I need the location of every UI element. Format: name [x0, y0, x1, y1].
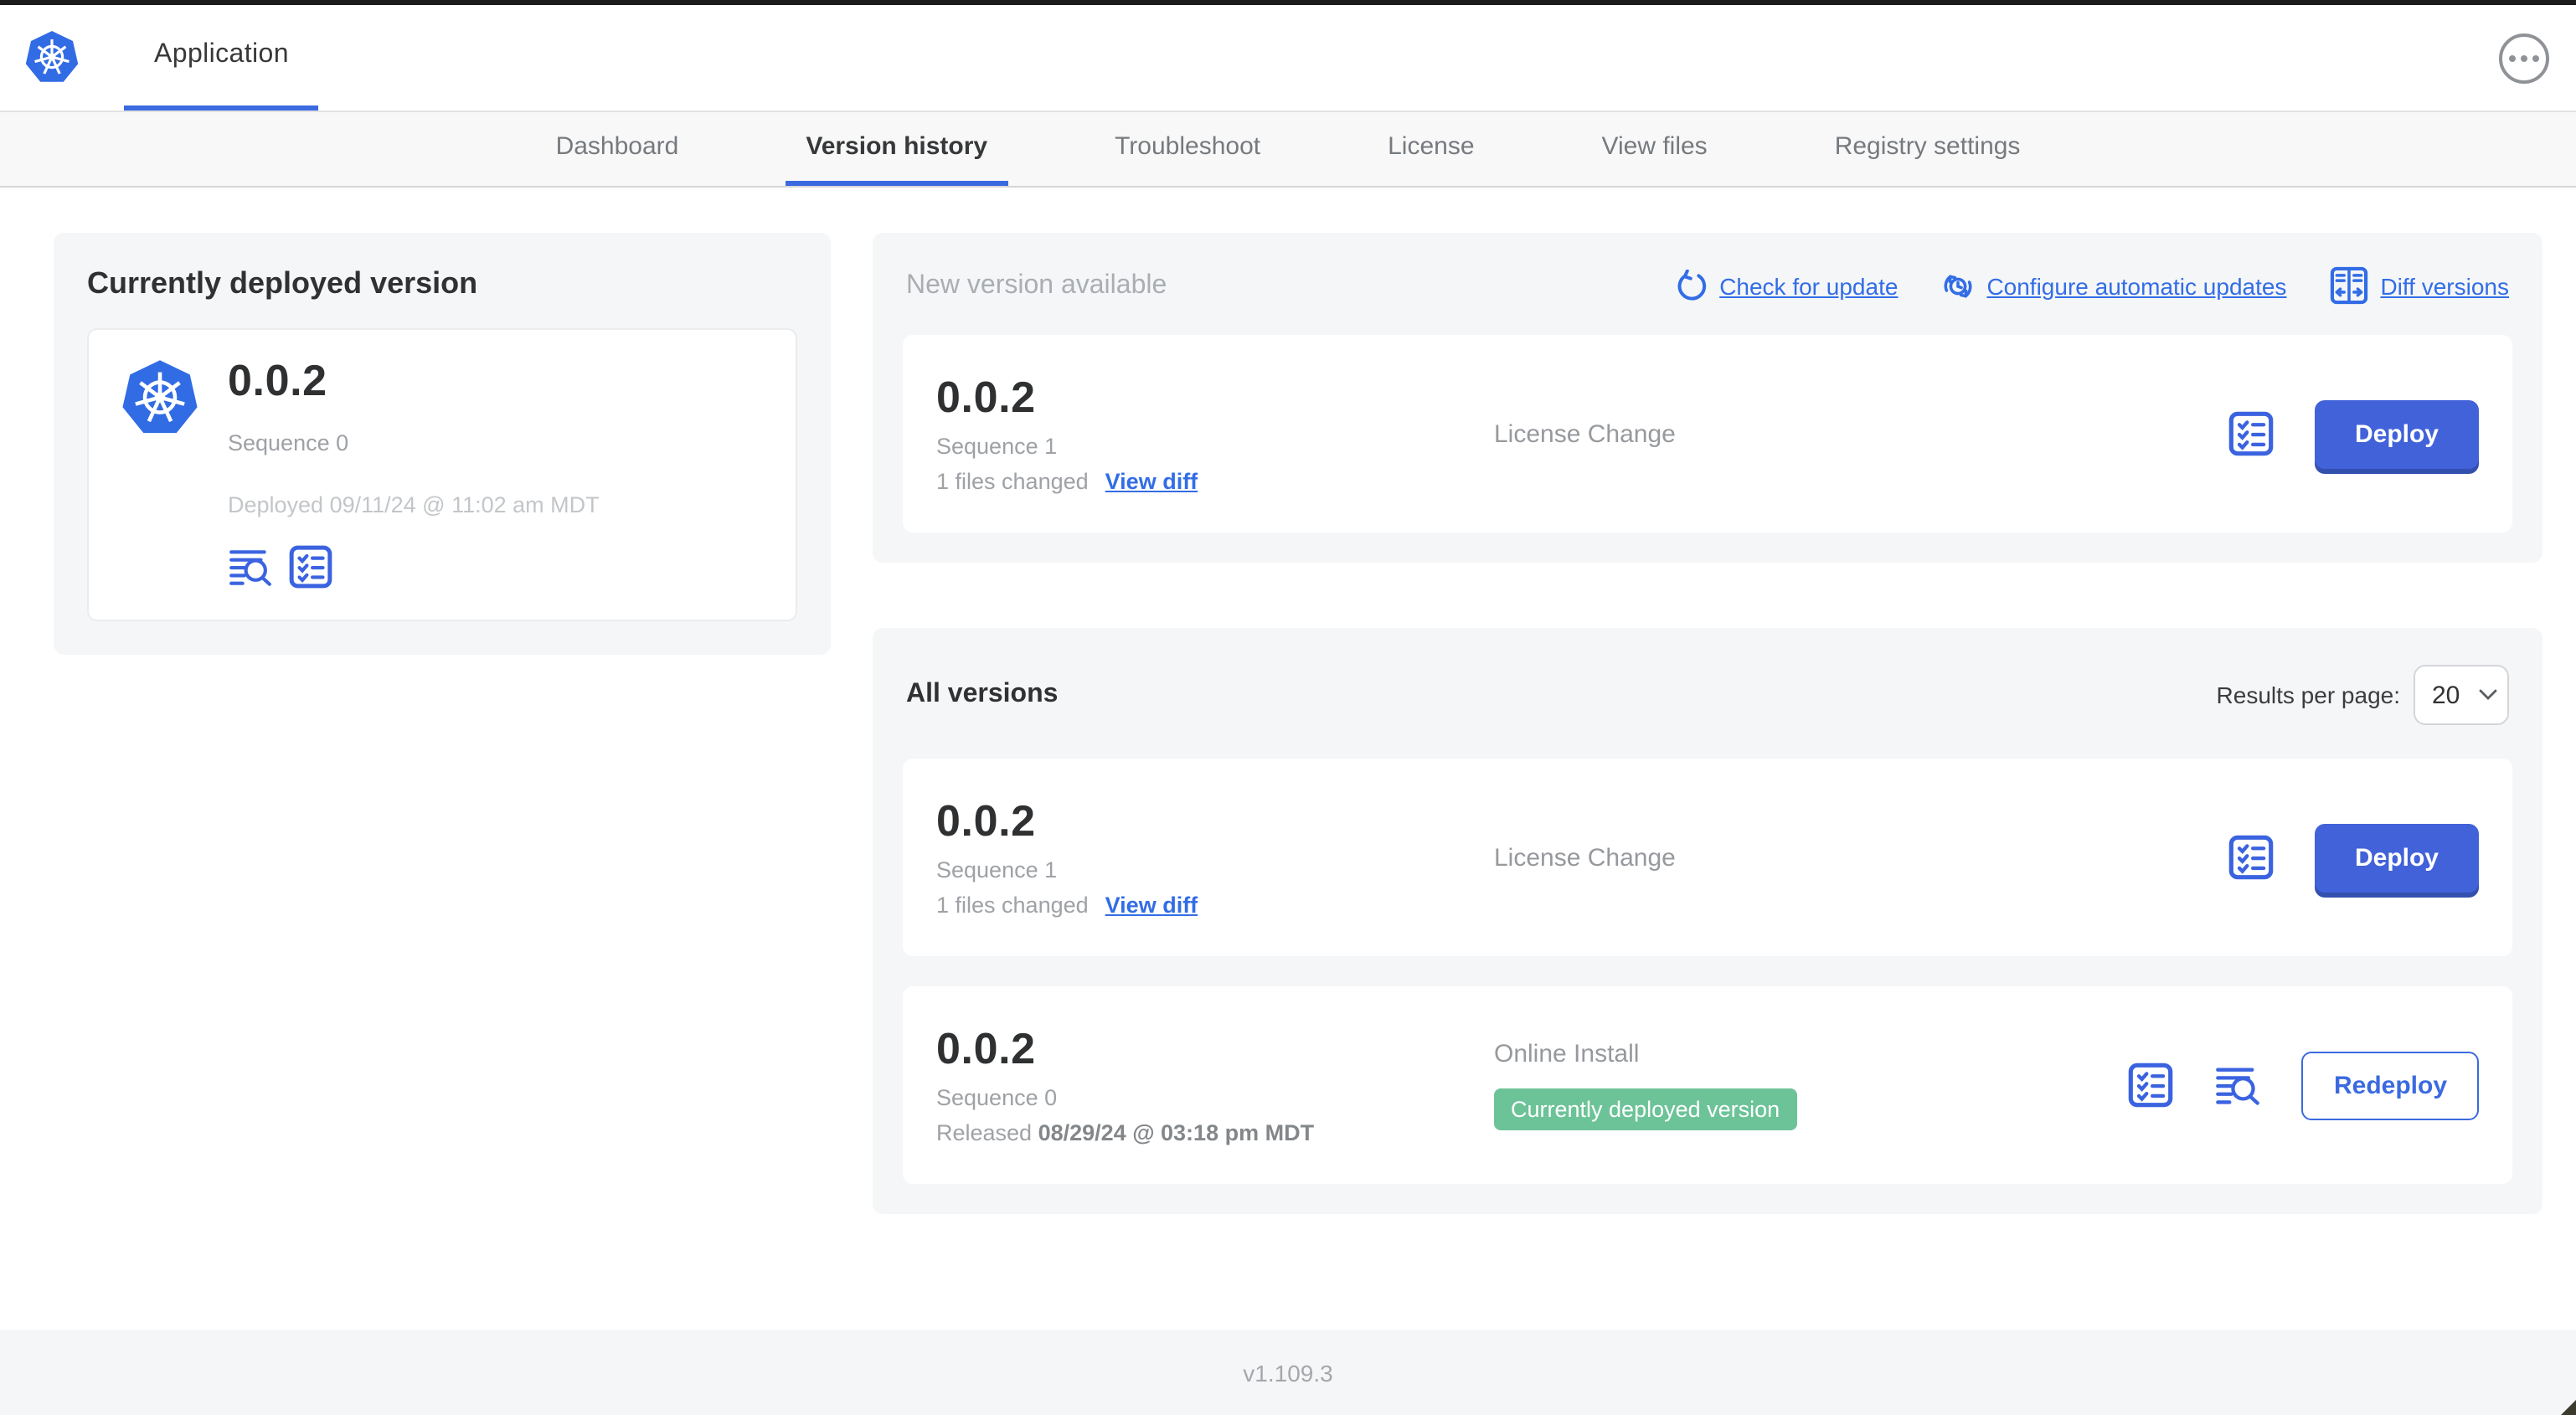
redeploy-button[interactable]: Redeploy	[2301, 1051, 2479, 1119]
configure-automatic-updates-link[interactable]: Configure automatic updates	[1941, 269, 2286, 302]
kubernetes-icon	[122, 360, 198, 434]
deployed-sequence: Sequence 0	[228, 430, 349, 455]
ellipsis-icon	[2509, 54, 2516, 61]
source-label: Online Install	[1494, 1040, 1640, 1068]
deployed-version-info: 0.0.2 Sequence 0 Deployed 09/11/24 @ 11:…	[228, 355, 600, 589]
deployed-version-number: 0.0.2	[228, 355, 327, 405]
version-source: License Change	[1494, 843, 1676, 872]
diff-versions-label: Diff versions	[2380, 272, 2509, 299]
checklist-icon	[2228, 411, 2274, 456]
all-versions-panel: All versions Results per page: 20 0.0.2 …	[873, 628, 2543, 1214]
released-timestamp: Released 08/29/24 @ 03:18 pm MDT	[936, 1120, 1315, 1146]
version-number: 0.0.2	[936, 1022, 1036, 1073]
version-number: 0.0.2	[936, 371, 1036, 422]
currently-deployed-panel: Currently deployed version 0.0.2 Sequenc…	[54, 233, 831, 655]
results-per-page-select[interactable]: 20	[2414, 665, 2509, 725]
version-number: 0.0.2	[936, 795, 1036, 846]
version-source: License Change	[1494, 419, 1676, 448]
currently-deployed-badge: Currently deployed version	[1494, 1088, 1797, 1130]
page-footer: v1.109.3	[0, 1330, 2576, 1415]
tab-dashboard[interactable]: Dashboard	[536, 112, 699, 186]
source-label: License Change	[1494, 843, 1676, 872]
diff-icon	[2331, 266, 2368, 305]
checklist-icon	[2228, 835, 2274, 880]
version-info: 0.0.2 Sequence 1 1 files changed View di…	[936, 795, 1494, 918]
subnav: Dashboard Version history Troubleshoot L…	[0, 111, 2576, 188]
diff-versions-link[interactable]: Diff versions	[2330, 266, 2509, 305]
logs-icon	[229, 550, 271, 586]
files-changed: 1 files changed	[936, 469, 1089, 495]
currently-deployed-heading: Currently deployed version	[87, 266, 478, 300]
version-sequence: Sequence 1	[936, 434, 1058, 460]
new-version-row: 0.0.2 Sequence 1 1 files changed View di…	[903, 335, 2512, 533]
version-row: 0.0.2 Sequence 1 1 files changed View di…	[903, 759, 2512, 956]
results-per-page: Results per page: 20	[2217, 665, 2509, 725]
logs-icon	[2217, 1068, 2260, 1105]
preflight-checks-button[interactable]	[2228, 410, 2275, 457]
row-actions: Deploy	[2228, 823, 2479, 892]
currently-deployed-card: 0.0.2 Sequence 0 Deployed 09/11/24 @ 11:…	[87, 328, 797, 621]
all-versions-header: All versions Results per page: 20	[906, 665, 2509, 725]
tab-version-history[interactable]: Version history	[786, 112, 1008, 186]
kubernetes-icon	[25, 31, 79, 82]
auto-update-icon	[1944, 274, 1972, 297]
check-for-update-label: Check for update	[1719, 272, 1899, 299]
view-logs-button[interactable]	[228, 544, 273, 589]
deploy-button[interactable]: Deploy	[2314, 823, 2479, 892]
app-title-tab[interactable]: Application	[124, 5, 319, 111]
app-logo	[23, 5, 80, 111]
app-header: Application	[0, 5, 2576, 111]
tab-registry-settings[interactable]: Registry settings	[1815, 112, 2041, 186]
deployed-actions	[228, 544, 600, 589]
version-info: 0.0.2 Sequence 1 1 files changed View di…	[936, 371, 1494, 495]
version-sequence: Sequence 0	[936, 1085, 1058, 1111]
app-title: Application	[154, 40, 289, 69]
configure-automatic-updates-label: Configure automatic updates	[1986, 272, 2287, 299]
view-diff-link[interactable]: View diff	[1105, 893, 1198, 918]
files-changed: 1 files changed	[936, 893, 1089, 918]
main-content: Currently deployed version 0.0.2 Sequenc…	[0, 188, 2576, 1214]
tab-license[interactable]: License	[1368, 112, 1494, 186]
checklist-icon	[2129, 1063, 2174, 1108]
view-diff-link[interactable]: View diff	[1105, 470, 1198, 495]
deployed-timestamp: Deployed 09/11/24 @ 11:02 am MDT	[228, 491, 600, 517]
tab-view-files[interactable]: View files	[1582, 112, 1728, 186]
more-options-button[interactable]	[2499, 33, 2549, 83]
all-versions-heading: All versions	[906, 680, 1059, 708]
preflight-checks-button[interactable]	[2228, 834, 2275, 881]
results-per-page-select-wrap: 20	[2414, 665, 2509, 725]
refresh-icon	[1677, 269, 1706, 300]
preflight-checks-button[interactable]	[2128, 1062, 2175, 1109]
tab-troubleshoot[interactable]: Troubleshoot	[1095, 112, 1280, 186]
source-label: License Change	[1494, 419, 1676, 448]
results-per-page-label: Results per page:	[2216, 682, 2400, 708]
version-source: Online Install Currently deployed versio…	[1494, 1040, 1797, 1130]
new-version-heading: New version available	[906, 270, 1167, 299]
update-actions: Check for update Configure automatic upd…	[1674, 266, 2509, 305]
new-version-header: New version available Check for update C…	[906, 266, 2509, 305]
row-actions: Redeploy	[2128, 1051, 2479, 1119]
new-version-panel: New version available Check for update C…	[873, 233, 2543, 563]
version-sequence: Sequence 1	[936, 857, 1058, 883]
cursor-artifact	[2561, 1400, 2576, 1415]
checklist-icon	[289, 545, 332, 589]
preflight-checks-button[interactable]	[288, 544, 333, 589]
version-info: 0.0.2 Sequence 0 Released 08/29/24 @ 03:…	[936, 1022, 1494, 1146]
row-actions: Deploy	[2228, 399, 2479, 468]
check-for-update-link[interactable]: Check for update	[1674, 269, 1898, 302]
version-row: 0.0.2 Sequence 0 Released 08/29/24 @ 03:…	[903, 986, 2512, 1184]
page: Application Dashboard Version history Tr…	[0, 0, 2576, 1415]
console-version: v1.109.3	[1243, 1359, 1333, 1386]
view-logs-button[interactable]	[2215, 1062, 2262, 1109]
right-column: New version available Check for update C…	[873, 233, 2543, 1214]
deploy-button[interactable]: Deploy	[2314, 399, 2479, 468]
